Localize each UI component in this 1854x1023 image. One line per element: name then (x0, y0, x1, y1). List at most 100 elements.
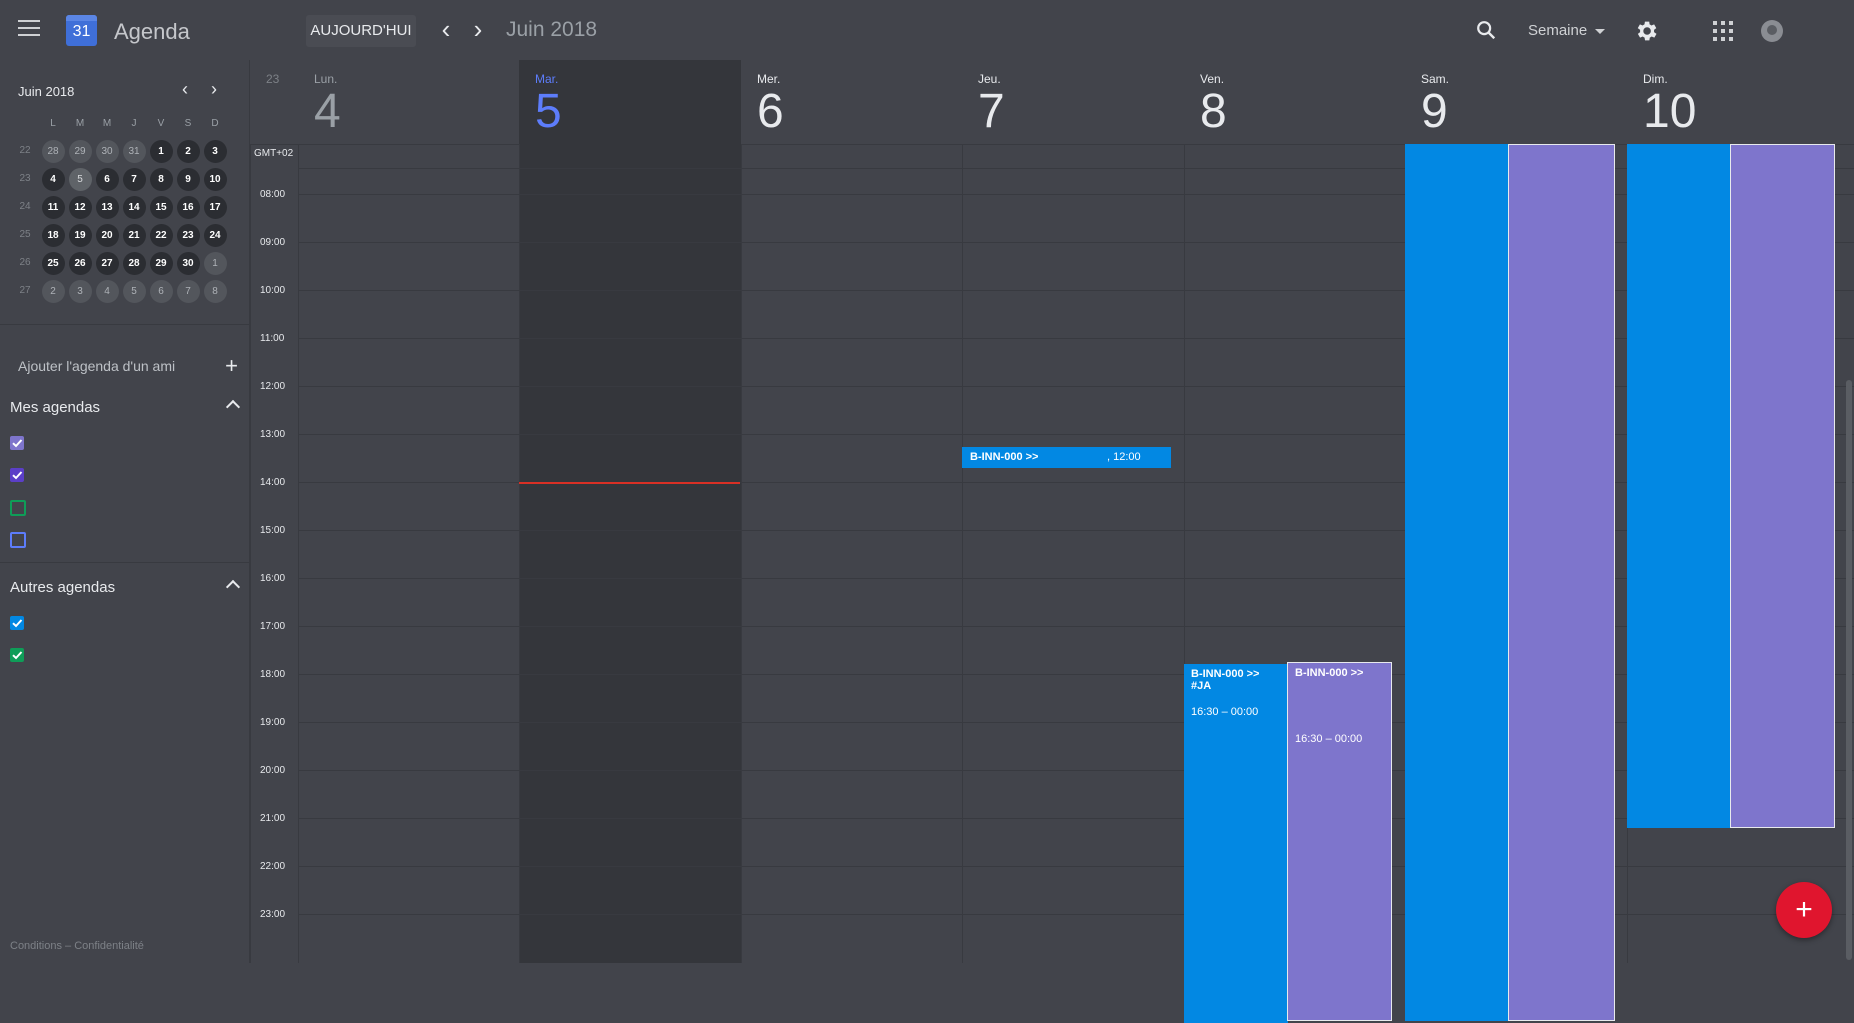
day-number[interactable]: 4 (314, 86, 341, 138)
mini-day[interactable]: 19 (68, 224, 92, 247)
mini-day[interactable]: 7 (122, 168, 146, 191)
my-calendars-header[interactable]: Mes agendas (10, 396, 241, 420)
mini-day[interactable]: 15 (149, 196, 173, 219)
day-column[interactable] (519, 144, 741, 963)
mini-day[interactable]: 30 (95, 140, 119, 163)
mini-day[interactable]: 4 (95, 280, 119, 303)
day-column[interactable] (962, 144, 1184, 963)
mini-day[interactable]: 28 (41, 140, 65, 163)
footer-links[interactable]: Conditions – Confidentialité (10, 940, 144, 952)
day-number[interactable]: 8 (1200, 86, 1227, 138)
event-title: B-INN-000 >> (1295, 667, 1364, 679)
today-button[interactable]: AUJOURD'HUI (306, 15, 416, 47)
view-select[interactable]: Semaine (1528, 16, 1616, 46)
mini-day[interactable]: 20 (95, 224, 119, 247)
day-column[interactable] (298, 144, 520, 963)
event-sunday-blue[interactable] (1627, 144, 1732, 828)
day-header[interactable]: Mer. 6 (741, 60, 962, 144)
day-number[interactable]: 5 (535, 86, 562, 138)
mini-day[interactable]: 4 (41, 168, 65, 191)
other-calendar-checkbox[interactable] (10, 648, 24, 662)
mini-day[interactable]: 6 (149, 280, 173, 303)
mini-day[interactable]: 31 (122, 140, 146, 163)
mini-day[interactable]: 6 (95, 168, 119, 191)
chevron-up-icon[interactable] (225, 399, 241, 415)
mini-day[interactable]: 2 (176, 140, 200, 163)
mini-day[interactable]: 30 (176, 252, 200, 275)
mini-day[interactable]: 11 (41, 196, 65, 219)
mini-day[interactable]: 12 (68, 196, 92, 219)
add-friend-calendar[interactable]: Ajouter l'agenda d'un ami + (18, 354, 238, 378)
day-number[interactable]: 10 (1643, 86, 1696, 138)
day-header[interactable]: Ven. 8 (1184, 60, 1405, 144)
mini-day[interactable]: 2 (41, 280, 65, 303)
account-avatar-icon[interactable] (1761, 20, 1783, 42)
mini-prev-month-icon[interactable]: ‹ (175, 80, 195, 100)
mini-day[interactable]: 29 (149, 252, 173, 275)
mini-day[interactable]: 29 (68, 140, 92, 163)
mini-day[interactable]: 1 (203, 252, 227, 275)
event-sunday-purple[interactable] (1730, 144, 1835, 828)
event-friday-blue[interactable]: B-INN-000 >> #JA 16:30 – 00:00 (1184, 664, 1288, 1023)
event-saturday-purple[interactable] (1508, 144, 1615, 1021)
mini-day[interactable]: 5 (68, 168, 92, 191)
chevron-left-icon[interactable]: ‹ (434, 16, 458, 42)
mini-day[interactable]: 28 (122, 252, 146, 275)
mini-day[interactable]: 3 (203, 140, 227, 163)
main-menu-icon[interactable] (18, 20, 40, 38)
event-saturday-blue[interactable] (1405, 144, 1509, 1021)
day-header[interactable]: Mar. 5 (519, 60, 740, 144)
day-header[interactable]: Dim. 10 (1627, 60, 1848, 144)
mini-day[interactable]: 18 (41, 224, 65, 247)
event-thursday[interactable]: B-INN-000 >> , 12:00 (962, 447, 1171, 468)
my-calendar-checkbox[interactable] (10, 436, 24, 450)
my-calendar-checkbox[interactable] (10, 532, 26, 548)
mini-day[interactable]: 26 (68, 252, 92, 275)
gear-icon[interactable] (1633, 18, 1659, 44)
checkmark-icon (12, 439, 23, 448)
hour-label: 12:00 (260, 381, 286, 392)
plus-icon[interactable]: + (225, 354, 238, 378)
mini-day[interactable]: 24 (203, 224, 227, 247)
mini-day[interactable]: 25 (41, 252, 65, 275)
day-header[interactable]: Lun. 4 (298, 60, 519, 144)
my-calendar-checkbox[interactable] (10, 500, 26, 516)
chevron-right-icon[interactable]: › (466, 16, 490, 42)
mini-next-month-icon[interactable]: › (204, 80, 224, 100)
mini-day[interactable]: 10 (203, 168, 227, 191)
mini-weekday-label: S (184, 118, 192, 129)
event-friday-purple[interactable]: B-INN-000 >> 16:30 – 00:00 (1287, 662, 1392, 1021)
other-calendar-checkbox[interactable] (10, 616, 24, 630)
chevron-up-icon[interactable] (225, 579, 241, 595)
mini-day[interactable]: 13 (95, 196, 119, 219)
search-icon[interactable] (1475, 19, 1499, 43)
mini-day[interactable]: 14 (122, 196, 146, 219)
day-number[interactable]: 9 (1421, 86, 1448, 138)
mini-day[interactable]: 23 (176, 224, 200, 247)
day-header[interactable]: Sam. 9 (1405, 60, 1626, 144)
apps-grid-icon[interactable] (1712, 20, 1734, 42)
mini-day[interactable]: 8 (149, 168, 173, 191)
mini-day[interactable]: 9 (176, 168, 200, 191)
mini-day[interactable]: 22 (149, 224, 173, 247)
mini-day[interactable]: 7 (176, 280, 200, 303)
day-number[interactable]: 7 (978, 86, 1005, 138)
mini-day[interactable]: 17 (203, 196, 227, 219)
mini-day[interactable]: 1 (149, 140, 173, 163)
mini-day[interactable]: 21 (122, 224, 146, 247)
hour-gridline (298, 578, 1854, 579)
mini-day[interactable]: 8 (203, 280, 227, 303)
day-column[interactable] (741, 144, 963, 963)
my-calendar-checkbox[interactable] (10, 468, 24, 482)
day-number[interactable]: 6 (757, 86, 784, 138)
mini-day[interactable]: 27 (95, 252, 119, 275)
other-calendars-header[interactable]: Autres agendas (10, 576, 241, 600)
mini-day[interactable]: 16 (176, 196, 200, 219)
mini-day[interactable]: 3 (68, 280, 92, 303)
day-header[interactable]: Jeu. 7 (962, 60, 1183, 144)
mini-weekday-label: L (50, 118, 56, 129)
mini-day[interactable]: 5 (122, 280, 146, 303)
create-event-button[interactable]: + (1776, 882, 1832, 938)
mini-week-number: 26 (19, 257, 31, 268)
grid-scrollbar[interactable] (1846, 380, 1852, 960)
